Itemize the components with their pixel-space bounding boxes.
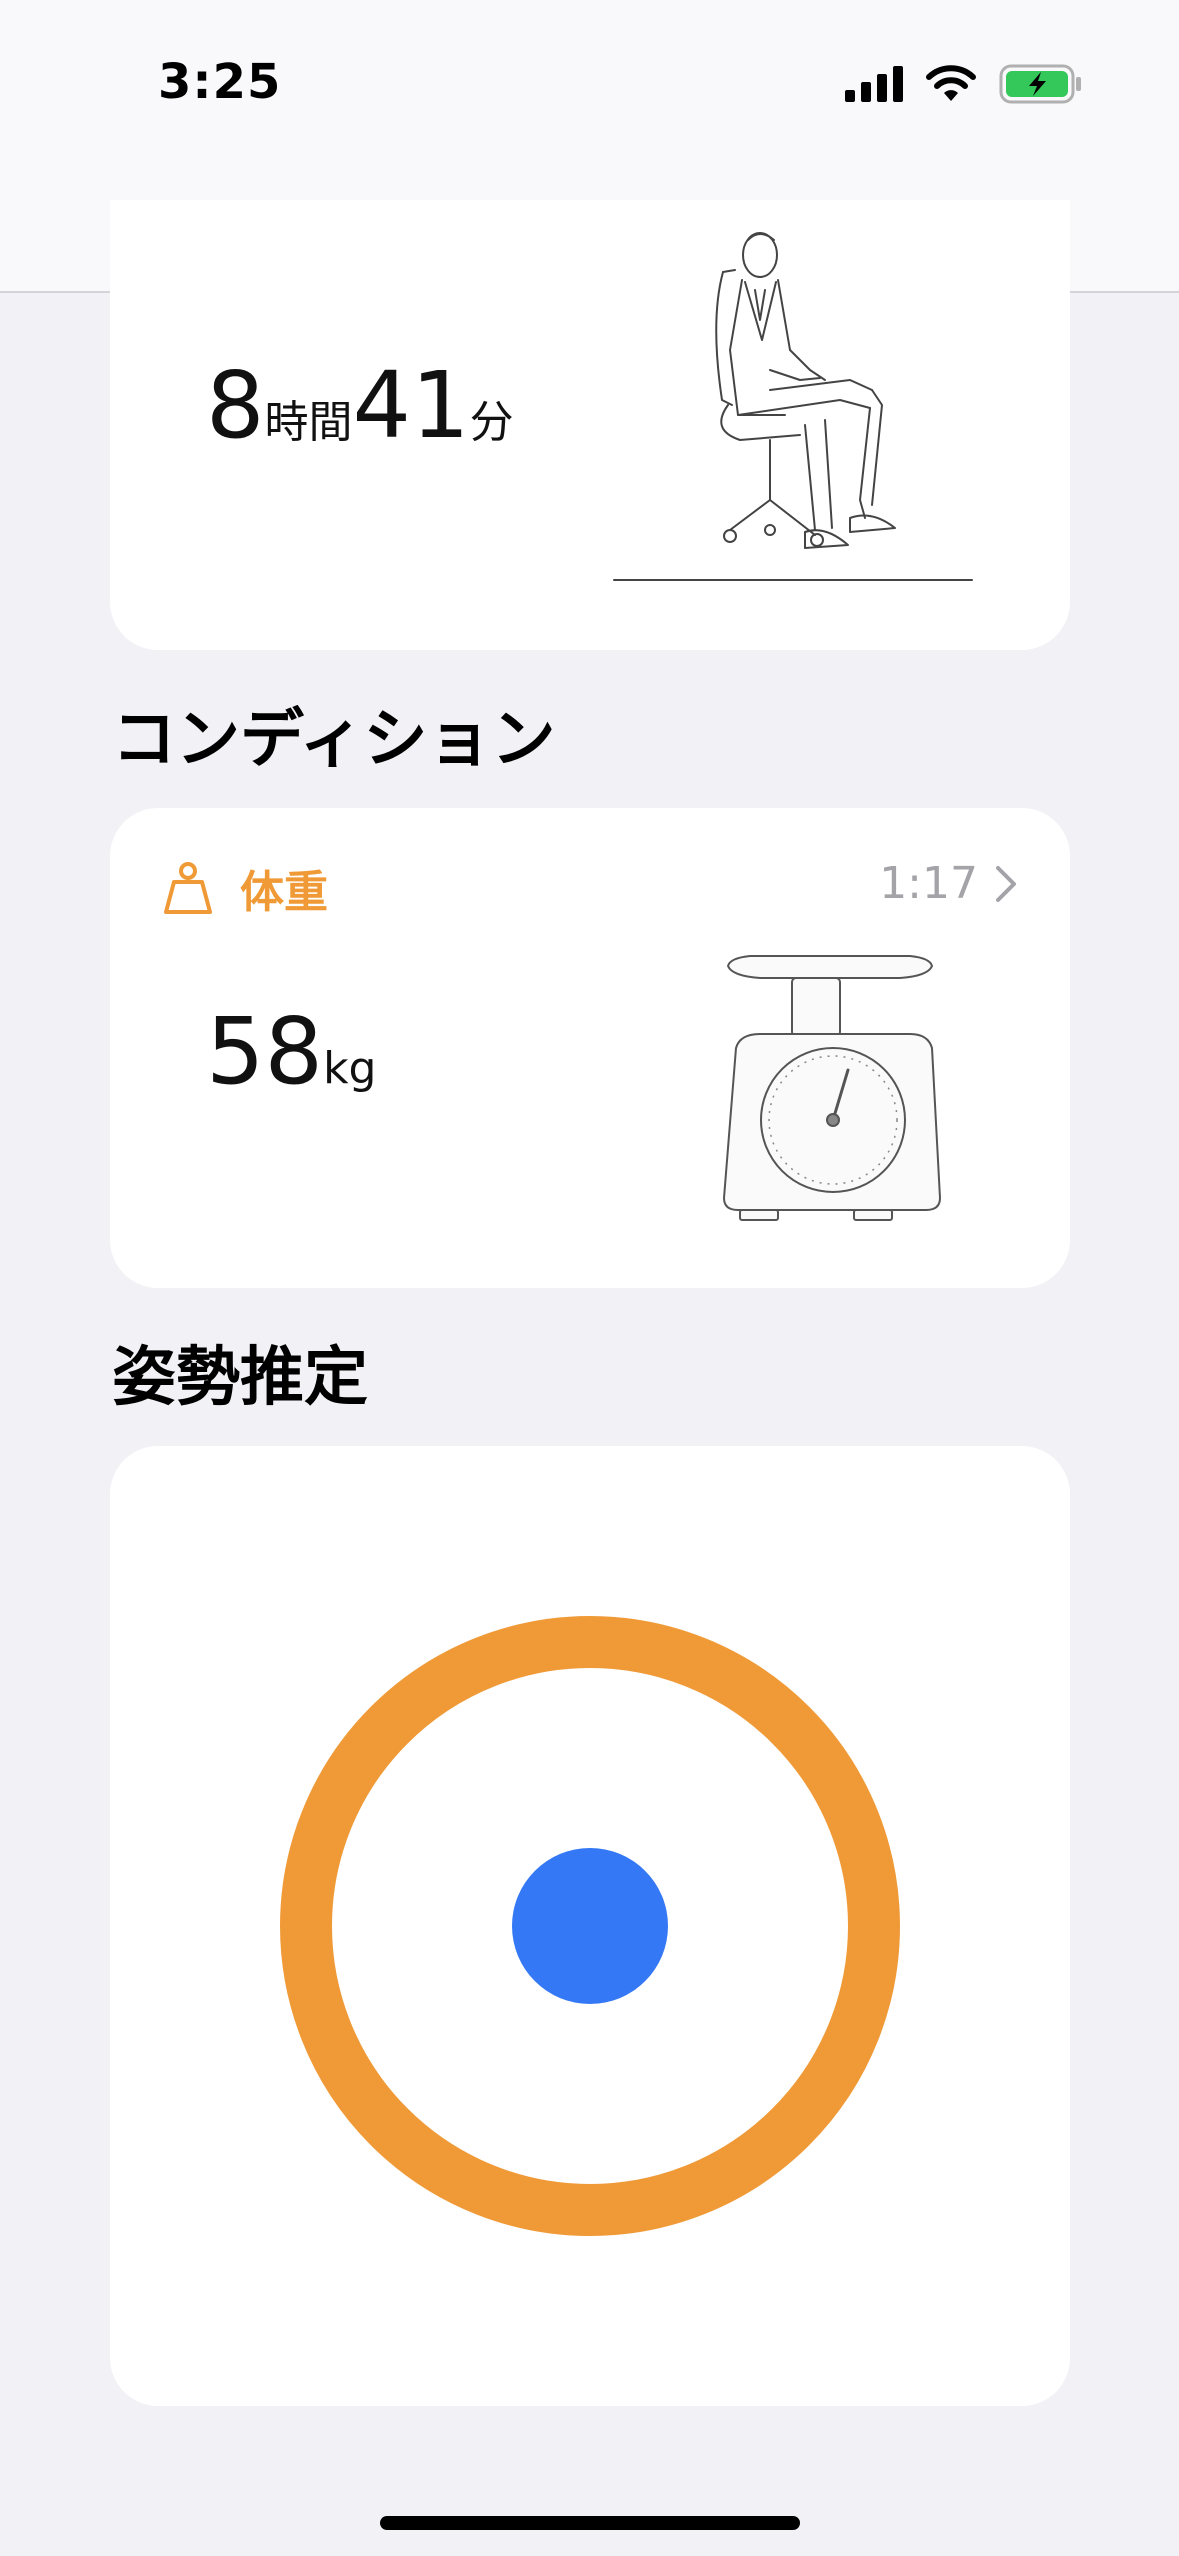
posture-section-title: 姿勢推定	[112, 1341, 368, 1415]
battery-charging-icon	[999, 64, 1081, 104]
weight-time-text: 1:17	[879, 858, 978, 909]
home-indicator[interactable]	[380, 2516, 800, 2530]
weight-number: 58	[206, 998, 324, 1105]
weight-icon	[164, 862, 212, 914]
weight-timestamp[interactable]: 1:17	[879, 858, 1018, 909]
posture-card	[110, 1446, 1070, 2406]
weight-header: 体重	[162, 856, 328, 920]
weight-unit: kg	[323, 1043, 377, 1094]
condition-section-title: コンディション	[112, 703, 556, 777]
posture-position-dot	[512, 1848, 668, 2004]
sleep-hours-unit: 時間	[264, 397, 353, 448]
sleep-hours: 8	[206, 352, 265, 459]
weight-value: 58 kg	[206, 1006, 377, 1098]
cellular-signal-icon	[845, 66, 903, 102]
weight-label: 体重	[240, 867, 328, 918]
sleep-minutes-unit: 分	[469, 397, 514, 448]
wifi-icon	[926, 65, 976, 101]
sleep-card[interactable]: 8 時間 41 分	[110, 200, 1070, 650]
status-icons	[845, 64, 1083, 104]
posture-indicator	[280, 1616, 900, 2236]
chevron-right-icon	[996, 865, 1016, 902]
scale-illustration	[723, 955, 941, 1221]
sleep-minutes: 41	[352, 352, 470, 459]
status-time: 3:25	[158, 54, 282, 110]
weight-card[interactable]: 体重 1:17 58 kg	[110, 808, 1070, 1288]
sleep-duration: 8 時間 41 分	[206, 360, 514, 452]
seated-person-illustration	[613, 232, 973, 581]
